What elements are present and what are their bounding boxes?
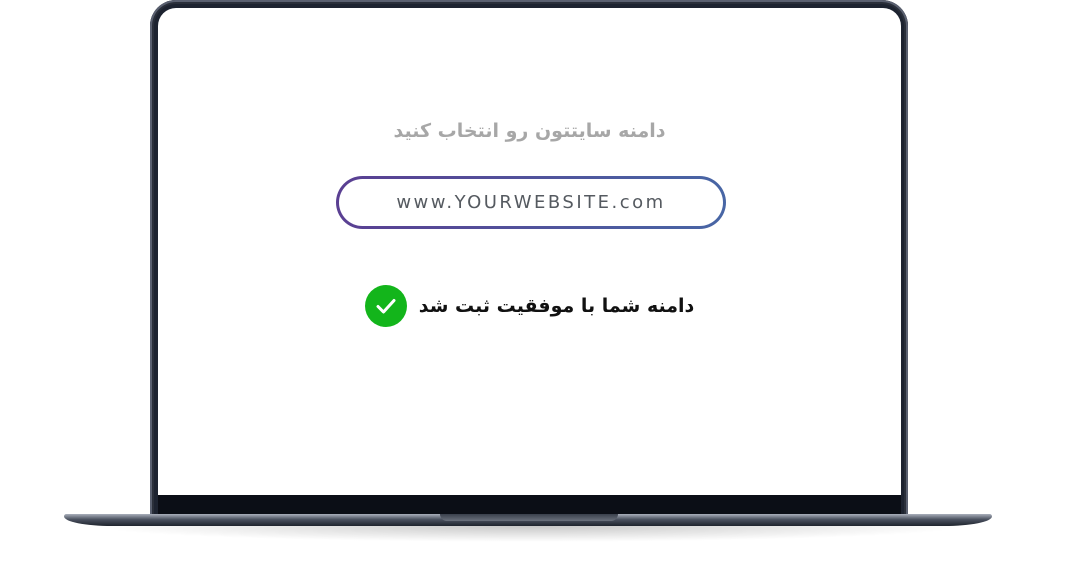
laptop-mockup: دامنه سایتتون رو انتخاب کنید دامنه شما ب… xyxy=(0,0,1067,567)
laptop-screen: دامنه سایتتون رو انتخاب کنید دامنه شما ب… xyxy=(158,8,901,495)
domain-success-message: دامنه شما با موفقیت ثبت شد xyxy=(158,284,901,328)
laptop-shadow xyxy=(90,526,970,542)
domain-input[interactable] xyxy=(339,179,723,226)
domain-prompt-heading: دامنه سایتتون رو انتخاب کنید xyxy=(393,120,666,142)
success-text: دامنه شما با موفقیت ثبت شد xyxy=(418,295,695,317)
laptop-hinge-notch xyxy=(440,514,618,521)
screen-bottom-bezel xyxy=(158,495,901,515)
check-circle-icon xyxy=(364,285,407,327)
domain-input-border xyxy=(336,176,726,229)
